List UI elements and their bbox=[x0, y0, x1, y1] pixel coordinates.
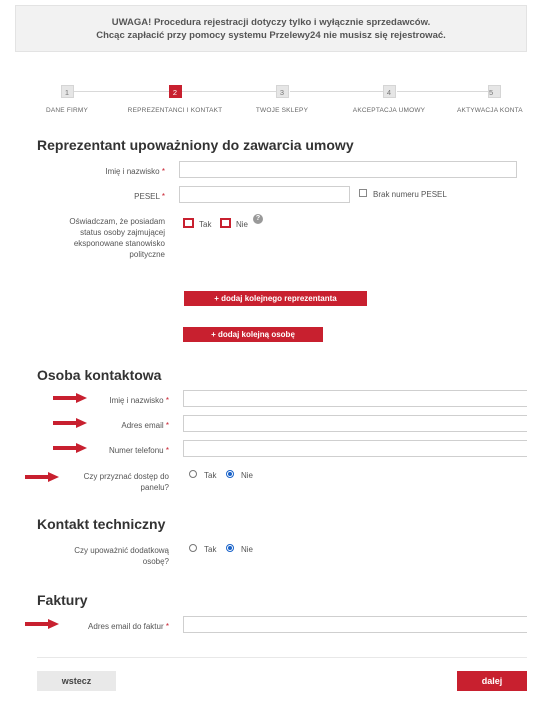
label-text: PESEL bbox=[134, 192, 160, 201]
step-number: 3 bbox=[275, 85, 289, 98]
label-text: Adres email do faktur bbox=[88, 622, 164, 631]
invoice-email-label: Adres email do faktur * bbox=[30, 621, 169, 632]
no-pesel-label: Brak numeru PESEL bbox=[373, 190, 447, 199]
access-no-radio[interactable] bbox=[226, 470, 234, 478]
section-title-invoices: Faktury bbox=[37, 592, 88, 608]
label-text: Numer telefonu bbox=[108, 446, 164, 455]
contact-access-label: Czy przyznać dostęp do panelu? bbox=[30, 471, 169, 493]
technical-yes-radio[interactable] bbox=[189, 544, 197, 552]
access-yes-label: Tak bbox=[204, 471, 217, 480]
pep-no-checkbox[interactable] bbox=[220, 218, 231, 228]
label-line: status osoby zajmującej bbox=[80, 228, 165, 237]
step-agreement[interactable]: 4 AKCEPTACJA UMOWY bbox=[329, 82, 449, 114]
pep-yes-checkbox[interactable] bbox=[183, 218, 194, 228]
registration-steps: 1 DANE FIRMY 2 REPREZENTANCI I KONTAKT 3… bbox=[0, 82, 534, 114]
step-activation[interactable]: 5 AKTYWACJA KONTA bbox=[457, 82, 533, 114]
back-button[interactable]: wstecz bbox=[37, 671, 116, 691]
next-button[interactable]: dalej bbox=[457, 671, 527, 691]
notice-line-1: UWAGA! Procedura rejestracji dotyczy tyl… bbox=[111, 17, 431, 28]
label-line: Czy upoważnić dodatkową bbox=[74, 546, 169, 555]
add-representative-button[interactable]: + dodaj kolejnego reprezentanta bbox=[184, 291, 367, 306]
step-label: TWOJE SKLEPY bbox=[255, 107, 309, 114]
technical-no-radio[interactable] bbox=[226, 544, 234, 552]
required-mark: * bbox=[165, 446, 169, 455]
contact-phone-input[interactable] bbox=[183, 440, 527, 457]
contact-phone-label: Numer telefonu * bbox=[30, 445, 169, 456]
required-mark: * bbox=[165, 622, 169, 631]
label-line: Czy przyznać dostęp do bbox=[83, 472, 169, 481]
access-yes-radio[interactable] bbox=[189, 470, 197, 478]
step-shops[interactable]: 3 TWOJE SKLEPY bbox=[222, 82, 342, 114]
invoice-email-input[interactable] bbox=[183, 616, 527, 633]
required-mark: * bbox=[161, 167, 165, 176]
section-title-contact: Osoba kontaktowa bbox=[37, 367, 162, 383]
contact-name-input[interactable] bbox=[183, 390, 527, 407]
technical-no-label: Nie bbox=[241, 545, 254, 554]
step-number: 2 bbox=[168, 85, 182, 98]
label-text: Adres email bbox=[121, 421, 164, 430]
label-text: Imię i nazwisko bbox=[105, 167, 160, 176]
label-line: eksponowane stanowisko bbox=[73, 239, 165, 248]
contact-name-label: Imię i nazwisko * bbox=[30, 395, 169, 406]
notice-line-2: Chcąc zapłacić przy pomocy systemu Przel… bbox=[96, 30, 446, 41]
label-line: osobę? bbox=[142, 557, 169, 566]
required-mark: * bbox=[165, 421, 169, 430]
rep-name-label: Imię i nazwisko * bbox=[30, 166, 165, 177]
contact-email-input[interactable] bbox=[183, 415, 527, 432]
pep-yes-label: Tak bbox=[199, 220, 212, 229]
step-representatives[interactable]: 2 REPREZENTANCI I KONTAKT bbox=[115, 82, 235, 114]
help-icon[interactable]: ? bbox=[253, 214, 263, 224]
label-line: Oświadczam, że posiadam bbox=[69, 217, 165, 226]
technical-question-label: Czy upoważnić dodatkową osobę? bbox=[30, 545, 169, 567]
rep-pesel-input[interactable] bbox=[179, 186, 350, 203]
pep-statement-label: Oświadczam, że posiadam status osoby zaj… bbox=[30, 216, 165, 260]
section-title-technical: Kontakt techniczny bbox=[37, 516, 166, 532]
label-line: panelu? bbox=[140, 483, 169, 492]
step-company-data[interactable]: 1 DANE FIRMY bbox=[7, 82, 127, 114]
contact-email-label: Adres email * bbox=[30, 420, 169, 431]
divider bbox=[37, 657, 527, 658]
step-number: 4 bbox=[382, 85, 396, 98]
label-line: polityczne bbox=[129, 250, 165, 259]
no-pesel-checkbox[interactable] bbox=[359, 189, 367, 197]
step-label: AKCEPTACJA UMOWY bbox=[352, 107, 426, 114]
pep-no-label: Nie bbox=[236, 220, 249, 229]
step-number: 1 bbox=[60, 85, 74, 98]
required-mark: * bbox=[165, 396, 169, 405]
label-text: Imię i nazwisko bbox=[109, 396, 164, 405]
step-label: REPREZENTANCI I KONTAKT bbox=[127, 107, 223, 114]
rep-pesel-label: PESEL * bbox=[30, 191, 165, 202]
step-label: AKTYWACJA KONTA bbox=[457, 107, 523, 114]
technical-yes-label: Tak bbox=[204, 545, 217, 554]
step-label: DANE FIRMY bbox=[45, 107, 89, 114]
required-mark: * bbox=[161, 192, 165, 201]
section-title-representative: Reprezentant upoważniony do zawarcia umo… bbox=[37, 137, 354, 153]
add-person-button[interactable]: + dodaj kolejną osobę bbox=[183, 327, 323, 342]
access-no-label: Nie bbox=[241, 471, 254, 480]
rep-name-input[interactable] bbox=[179, 161, 517, 178]
step-number: 5 bbox=[488, 85, 501, 98]
registration-notice: UWAGA! Procedura rejestracji dotyczy tyl… bbox=[15, 5, 527, 52]
